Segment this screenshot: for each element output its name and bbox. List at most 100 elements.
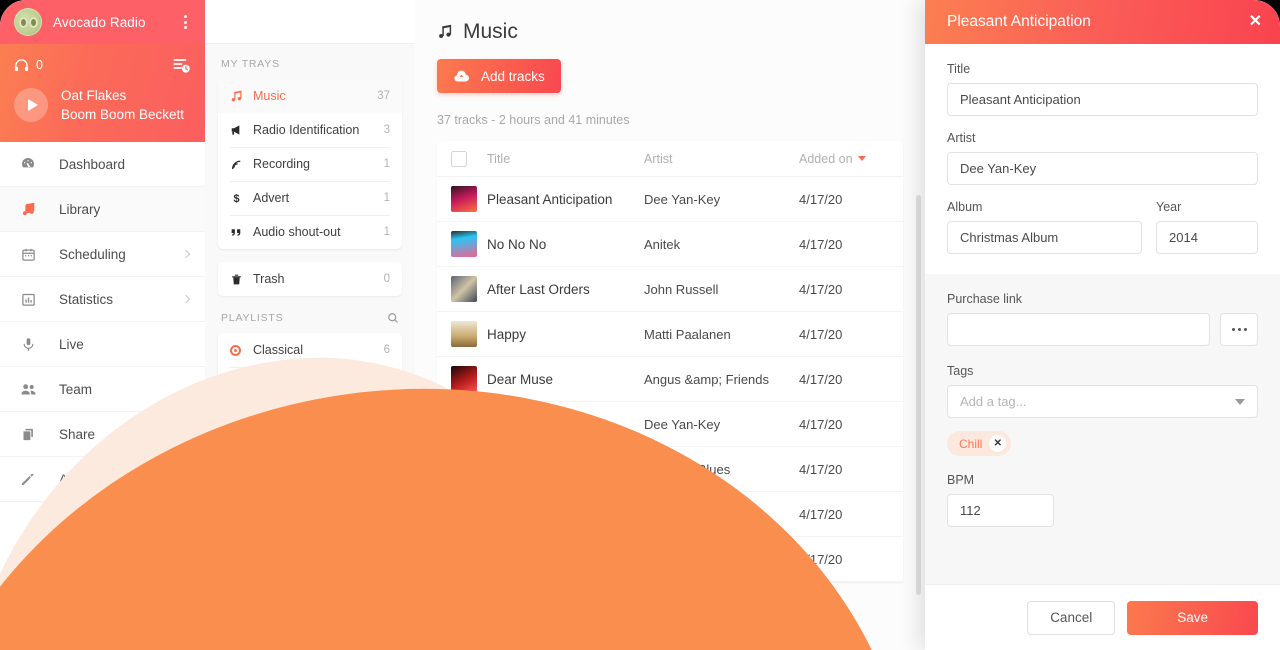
close-icon[interactable]: ✕ xyxy=(989,435,1006,452)
album-art-cell xyxy=(451,231,487,257)
tray-item-radio-identification[interactable]: Radio Identification 3 xyxy=(218,113,402,147)
album-art xyxy=(451,276,477,302)
track-artist: Trafic de Blues xyxy=(644,462,799,477)
music-note-icon xyxy=(437,24,453,40)
bpm-field[interactable]: 112 xyxy=(947,494,1054,527)
table-row[interactable]: Pleasant Anticipation Dee Yan-Key 4/17/2… xyxy=(437,177,903,222)
tray-item-trash[interactable]: Trash 0 xyxy=(218,262,402,296)
album-art xyxy=(451,501,477,527)
tray-item-music[interactable]: Music 37 xyxy=(218,79,402,113)
sidebar-item-statistics[interactable]: Statistics xyxy=(0,277,205,322)
album-field-label: Album xyxy=(947,200,1142,214)
album-art-cell xyxy=(451,321,487,347)
tray-item-label: Audio shout-out xyxy=(253,225,384,239)
main-panel: Music Add tracks 37 tracks - 2 hours and… xyxy=(415,0,925,650)
music-note-icon xyxy=(18,202,38,217)
playlist-item-electro-chill[interactable]: Electro Chill 37 xyxy=(218,367,402,401)
album-art-cell xyxy=(451,276,487,302)
tray-item-label: Advert xyxy=(253,191,384,205)
playlists-card: Classical 6 Electro Chill 37 Jingles 3 M… xyxy=(218,333,402,503)
table-row[interactable]: Line of Flight Revolution Void 4/17/20 xyxy=(437,492,903,537)
album-art xyxy=(451,186,477,212)
search-icon[interactable] xyxy=(387,312,399,324)
table-row[interactable]: Dear Muse Angus &amp; Friends 4/17/20 xyxy=(437,357,903,402)
sidebar-item-scheduling[interactable]: Scheduling xyxy=(0,232,205,277)
player-top-bar: 0 xyxy=(14,54,191,76)
playlist-item-count: 6 xyxy=(384,344,390,356)
column-header-added-on[interactable]: Added on xyxy=(799,152,889,166)
sidebar-item-administration[interactable]: Administration xyxy=(0,457,205,502)
album-art-cell xyxy=(451,366,487,392)
year-field-label: Year xyxy=(1156,200,1258,214)
playlist-item-jingles[interactable]: Jingles 3 xyxy=(218,401,402,435)
table-row[interactable]: Happy Matti Paalanen 4/17/20 xyxy=(437,312,903,357)
sidebar-item-live[interactable]: Live xyxy=(0,322,205,367)
caret-down-icon xyxy=(858,156,866,161)
play-button[interactable] xyxy=(14,88,48,122)
column-header-artist[interactable]: Artist xyxy=(644,152,799,166)
svg-text:$: $ xyxy=(233,193,239,205)
purchase-link-label: Purchase link xyxy=(947,292,1258,306)
sidebar-item-library[interactable]: Library xyxy=(0,187,205,232)
close-icon[interactable]: ✕ xyxy=(1249,14,1262,30)
microphone-icon xyxy=(18,337,38,352)
year-field[interactable]: 2014 xyxy=(1156,221,1258,254)
track-artist: Dee Yan-Key xyxy=(644,417,799,432)
listeners-count: 0 xyxy=(36,58,43,72)
tags-select[interactable]: Add a tag... xyxy=(947,385,1258,418)
artist-field[interactable]: Dee Yan-Key xyxy=(947,152,1258,185)
sidebar-item-team[interactable]: Team xyxy=(0,367,205,412)
track-title: Line of Flight xyxy=(487,507,644,522)
edit-panel-title: Pleasant Anticipation xyxy=(947,13,1091,31)
sidebar-item-share[interactable]: Share xyxy=(0,412,205,457)
album-field[interactable]: Christmas Album xyxy=(947,221,1142,254)
playlist-item-rock[interactable]: Rock 15 xyxy=(218,469,402,503)
track-title: Dear Muse xyxy=(487,372,644,387)
tray-item-label: Radio Identification xyxy=(253,123,384,137)
sidebar-item-label: Administration xyxy=(59,472,145,487)
tray-item-audio-shout-out[interactable]: Audio shout-out 1 xyxy=(218,215,402,249)
track-added-on: 4/17/20 xyxy=(799,372,889,387)
vertical-dots-icon[interactable] xyxy=(178,13,192,31)
bpm-field-group: BPM 112 xyxy=(947,473,1258,527)
track-title: After Last Orders xyxy=(487,282,644,297)
save-button[interactable]: Save xyxy=(1127,601,1258,635)
album-art xyxy=(451,546,477,572)
queue-clock-icon[interactable] xyxy=(172,56,191,75)
purchase-link-field[interactable] xyxy=(947,313,1210,346)
share-copy-icon xyxy=(18,427,38,442)
add-tracks-button[interactable]: Add tracks xyxy=(437,59,561,93)
now-playing: Oat Flakes Boom Boom Beckett xyxy=(14,86,191,124)
table-row[interactable]: Boom Boom Beckett 4/17/20 xyxy=(437,537,903,582)
tray-item-label: Music xyxy=(253,89,377,103)
chevron-right-icon xyxy=(182,295,190,303)
table-row[interactable]: After Last Orders John Russell 4/17/20 xyxy=(437,267,903,312)
playlist-color-dot-icon xyxy=(230,345,241,356)
year-field-group: Year 2014 xyxy=(1156,200,1258,254)
playlist-item-morning-chill[interactable]: Morning Chill 23 xyxy=(218,435,402,469)
sidebar-item-dashboard[interactable]: Dashboard xyxy=(0,142,205,187)
ellipsis-icon[interactable] xyxy=(1220,313,1258,346)
album-field-group: Album Christmas Album xyxy=(947,200,1142,254)
tray-item-advert[interactable]: $ Advert 1 xyxy=(218,181,402,215)
table-row[interactable]: Bees Dee Yan-Key 4/17/20 xyxy=(437,402,903,447)
main-scrollbar[interactable] xyxy=(916,195,921,595)
cancel-button[interactable]: Cancel xyxy=(1027,601,1115,635)
track-added-on: 4/17/20 xyxy=(799,507,889,522)
tray-item-count: 1 xyxy=(384,226,390,238)
trash-card: Trash 0 xyxy=(218,262,402,296)
sidebar-nav: Dashboard Library Scheduling Statis xyxy=(0,142,205,502)
track-edit-panel: Pleasant Anticipation ✕ Title Pleasant A… xyxy=(925,0,1280,650)
album-art-cell xyxy=(451,546,487,572)
table-row[interactable]: No No No Anitek 4/17/20 xyxy=(437,222,903,267)
column-header-title[interactable]: Title xyxy=(487,152,644,166)
tray-item-recording[interactable]: Recording 1 xyxy=(218,147,402,181)
table-row[interactable]: Time to funk Trafic de Blues 4/17/20 xyxy=(437,447,903,492)
playlist-item-classical[interactable]: Classical 6 xyxy=(218,333,402,367)
people-icon xyxy=(18,381,38,398)
sidebar-item-label: Share xyxy=(59,427,95,442)
tracks-table: Title Artist Added on Pleasant Anticipat… xyxy=(437,141,903,582)
track-added-on: 4/17/20 xyxy=(799,417,889,432)
select-all-checkbox[interactable] xyxy=(451,151,467,167)
title-field[interactable]: Pleasant Anticipation xyxy=(947,83,1258,116)
